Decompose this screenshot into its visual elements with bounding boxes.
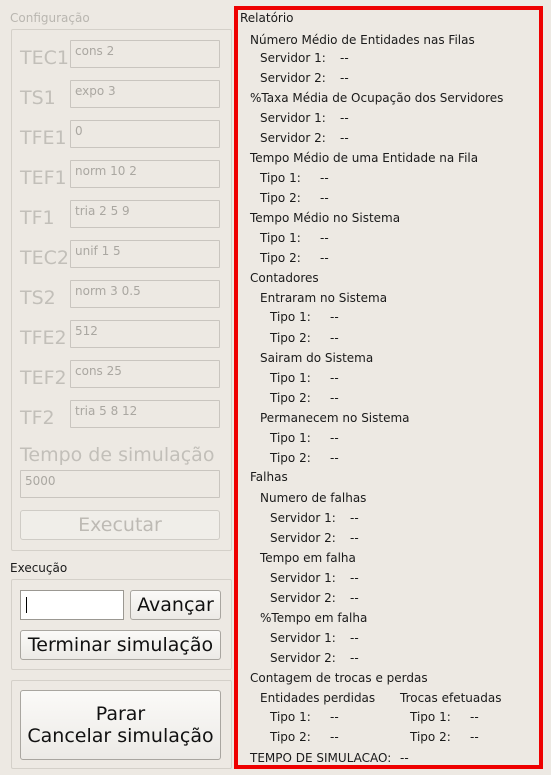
occ-s2-value: -- [340,131,349,145]
tfe2-label: TFE2 [20,327,67,349]
st-t1-value: -- [320,231,329,245]
tec2-input: unif 1 5 [70,240,220,268]
occupancy-title: %Taxa Média de Ocupação dos Servidores [250,91,504,105]
sim-time-input: 5000 [20,470,220,498]
queue-time-title: Tempo Médio de uma Entidade na Fila [250,151,479,165]
sw-t2-label: Tipo 2: [410,730,451,744]
lost-t2-label: Tipo 2: [270,730,311,744]
qt-t2-label: Tipo 2: [260,191,301,205]
execute-button: Executar [20,510,220,540]
tef2-input: cons 25 [70,360,220,388]
fp-s2-value: -- [350,651,359,665]
ex-t1-label: Tipo 1: [270,371,311,385]
stop-cancel-button[interactable]: Parar Cancelar simulação [20,690,221,760]
rm-t1-label: Tipo 1: [270,431,311,445]
ft-s1-value: -- [350,571,359,585]
stop-button-line1: Parar [95,703,146,725]
qt-t2-value: -- [320,191,329,205]
tec1-input: cons 2 [70,40,220,68]
tf2-label: TF2 [20,407,55,429]
ts1-label: TS1 [20,87,56,109]
ex-t2-value: -- [330,391,339,405]
lost-t1-value: -- [330,710,339,724]
fail-pct-title: %Tempo em falha [260,611,368,625]
rm-t1-value: -- [330,431,339,445]
sw-t1-label: Tipo 1: [410,710,451,724]
ex-t2-label: Tipo 2: [270,391,311,405]
entities-s2-label: Servidor 2: [260,71,326,85]
entities-title: Número Médio de Entidades nas Filas [250,33,475,47]
config-group-title: Configuração [10,11,90,25]
ts2-label: TS2 [20,287,56,309]
en-t1-value: -- [330,310,339,324]
entities-s1-label: Servidor 1: [260,51,326,65]
remain-title: Permanecem no Sistema [260,411,410,425]
en-t1-label: Tipo 1: [270,310,311,324]
tfe1-label: TFE1 [20,127,67,149]
exited-title: Sairam do Sistema [260,351,374,365]
tf1-input: tria 2 5 9 [70,200,220,228]
stop-button-line2: Cancelar simulação [27,725,214,747]
swaps-title: Contagem de trocas e perdas [250,671,428,685]
lost-title: Entidades perdidas [260,691,376,705]
report-title: Relatório [240,11,294,25]
qt-t1-label: Tipo 1: [260,171,301,185]
fail-time-title: Tempo em falha [260,551,356,565]
tef2-label: TEF2 [20,367,67,389]
fp-s2-label: Servidor 2: [270,651,336,665]
tfe2-input: 512 [70,320,220,348]
sim-time-label: Tempo de simulação [20,444,215,466]
ft-s2-label: Servidor 2: [270,591,336,605]
fc-s2-label: Servidor 2: [270,531,336,545]
fc-s1-label: Servidor 1: [270,511,336,525]
entities-s1-value: -- [340,51,349,65]
rm-t2-value: -- [330,451,339,465]
tf2-input: tria 5 8 12 [70,400,220,428]
text-cursor [26,597,27,613]
execution-group-title: Execução [10,561,68,575]
en-t2-label: Tipo 2: [270,331,311,345]
tef1-label: TEF1 [20,167,67,189]
fail-count-title: Numero de falhas [260,491,367,505]
counters-title: Contadores [250,271,319,285]
tef1-input: norm 10 2 [70,160,220,188]
qt-t1-value: -- [320,171,329,185]
en-t2-value: -- [330,331,339,345]
tec1-label: TEC1 [20,47,69,69]
tf1-label: TF1 [20,207,55,229]
fc-s1-value: -- [350,511,359,525]
report-sim-time-label: TEMPO DE SIMULACAO: [250,751,392,765]
fc-s2-value: -- [350,531,359,545]
step-input[interactable] [20,590,124,620]
report-sim-time-value: -- [400,751,409,765]
failures-title: Falhas [250,470,288,484]
st-t2-value: -- [320,251,329,265]
ex-t1-value: -- [330,371,339,385]
lost-t1-label: Tipo 1: [270,710,311,724]
tfe1-input: 0 [70,120,220,148]
ts1-input: expo 3 [70,80,220,108]
occ-s2-label: Servidor 2: [260,131,326,145]
swaps-done-title: Trocas efetuadas [400,691,502,705]
fp-s1-label: Servidor 1: [270,631,336,645]
ft-s2-value: -- [350,591,359,605]
st-t1-label: Tipo 1: [260,231,301,245]
ts2-input: norm 3 0.5 [70,280,220,308]
sw-t1-value: -- [470,710,479,724]
st-t2-label: Tipo 2: [260,251,301,265]
finish-simulation-button[interactable]: Terminar simulação [20,630,221,660]
fp-s1-value: -- [350,631,359,645]
entities-s2-value: -- [340,71,349,85]
tec2-label: TEC2 [20,247,69,269]
system-time-title: Tempo Médio no Sistema [250,211,401,225]
rm-t2-label: Tipo 2: [270,451,311,465]
occ-s1-value: -- [340,111,349,125]
entered-title: Entraram no Sistema [260,291,388,305]
occ-s1-label: Servidor 1: [260,111,326,125]
sw-t2-value: -- [470,730,479,744]
ft-s1-label: Servidor 1: [270,571,336,585]
advance-button[interactable]: Avançar [130,590,221,620]
lost-t2-value: -- [330,730,339,744]
